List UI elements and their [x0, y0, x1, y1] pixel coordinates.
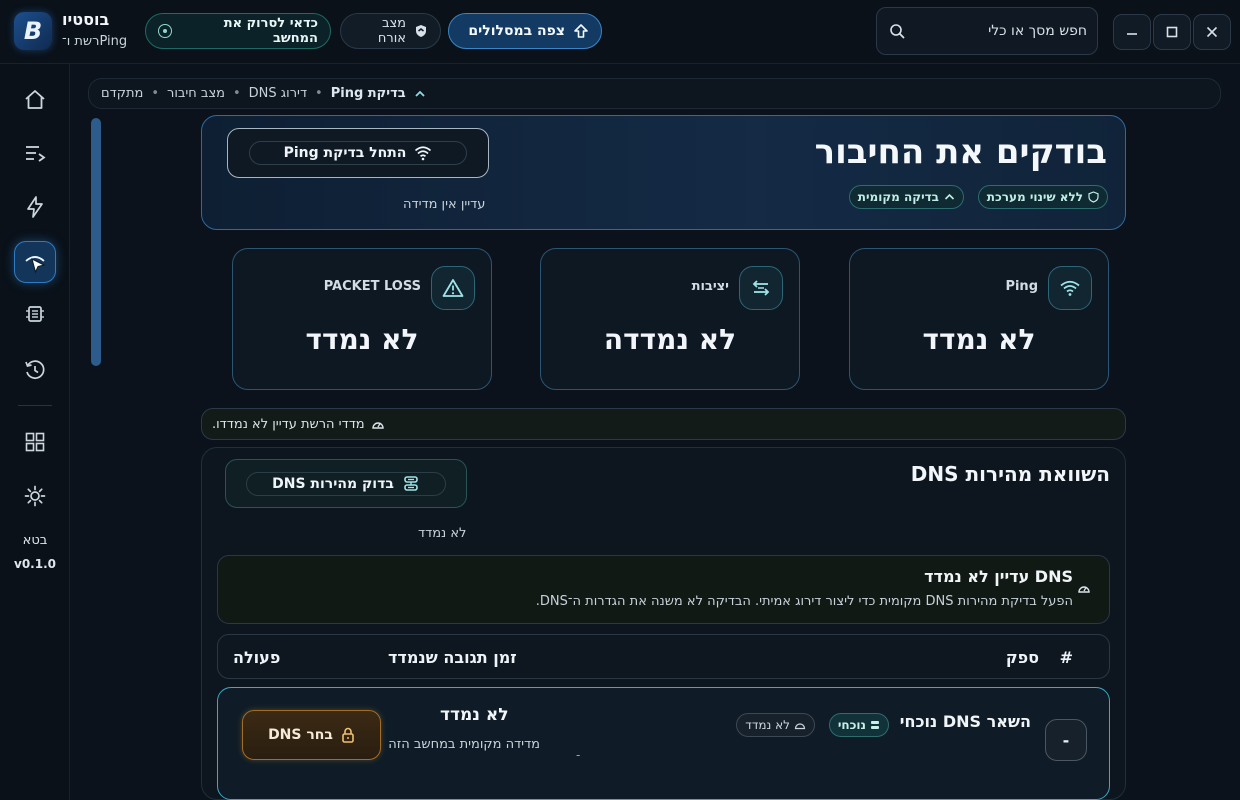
- search-box[interactable]: [876, 7, 1098, 55]
- metric-label-stability: יציבות: [691, 279, 729, 294]
- home-icon[interactable]: [14, 79, 56, 121]
- tag-local-check-label: בדיקה מקומית: [857, 190, 939, 204]
- metric-card-stability: יציבות לא נמדדה: [540, 248, 800, 390]
- breadcrumb: בדיקת Ping • דירוג DNS • מצב חיבור • מתק…: [88, 78, 1221, 109]
- row-response-value: לא נמדד: [440, 705, 509, 725]
- search-input[interactable]: [913, 23, 1087, 39]
- wifi-icon: [1048, 266, 1092, 310]
- tag-no-system-change-label: ללא שינוי מערכת: [986, 190, 1083, 204]
- network-cursor-icon[interactable]: [14, 241, 56, 283]
- grid-icon[interactable]: [14, 421, 56, 463]
- breadcrumb-item-advanced[interactable]: מתקדם: [101, 86, 143, 101]
- dns-status-text: לא נמדד: [418, 526, 467, 541]
- dns-notice-box: [217, 555, 1110, 624]
- breadcrumb-separator: •: [151, 86, 159, 101]
- status-badge: לא נמדד: [736, 713, 815, 737]
- lock-icon: [341, 727, 355, 743]
- start-ping-inner: התחל בדיקת Ping: [249, 141, 467, 165]
- row-response-note: מדידה מקומית במחשב הזה: [388, 737, 540, 752]
- target-icon: [158, 24, 172, 38]
- version-label: v0.1.0: [14, 557, 56, 571]
- metric-card-ping: Ping לא נמדד: [849, 248, 1109, 390]
- settings-icon[interactable]: [14, 475, 56, 517]
- dns-notice-description: הפעל בדיקת מהירות DNS מקומית כדי ליצור ד…: [535, 594, 1073, 609]
- scan-recommendation-pill[interactable]: כדאי לסרוק את המחשב: [145, 13, 331, 49]
- current-badge: נוכחי: [828, 713, 889, 737]
- search-icon: [889, 23, 905, 39]
- scrollbar-thumb[interactable]: [91, 118, 101, 366]
- test-dns-inner: בדוק מהירות DNS: [246, 471, 446, 496]
- server-icon: [870, 720, 880, 730]
- breadcrumb-item-dns[interactable]: דירוג DNS: [249, 86, 307, 101]
- dns-notice-title: DNS עדיין לא נמדד: [924, 567, 1073, 586]
- status-badge-label: לא נמדד: [745, 718, 790, 732]
- chevron-up-icon[interactable]: [414, 88, 426, 100]
- upload-icon: [573, 23, 589, 39]
- start-ping-label: התחל בדיקת Ping: [283, 145, 407, 161]
- beta-label: בטא: [22, 533, 48, 548]
- view-routes-label: צפה במסלולים: [468, 23, 565, 39]
- metric-label-packet-loss: PACKET LOSS: [323, 279, 421, 294]
- app-subtitle: רשת ו־Ping: [62, 34, 128, 49]
- minimize-button[interactable]: [1113, 14, 1151, 50]
- signal-icon: [944, 192, 955, 202]
- server-icon: [402, 475, 420, 493]
- history-icon[interactable]: [14, 349, 56, 391]
- network-status-text: מדדי הרשת עדיין לא נמדדו.: [212, 416, 365, 432]
- gauge-icon: [1077, 582, 1091, 594]
- metric-value-packet-loss: לא נמדד: [305, 323, 419, 356]
- breadcrumb-separator: •: [233, 86, 241, 101]
- metric-label-ping: Ping: [1005, 279, 1038, 294]
- dns-table-header: # ספק זמן תגובה שנמדד פעולה: [217, 634, 1110, 679]
- column-action: פעולה: [233, 648, 281, 667]
- wifi-icon: [414, 145, 432, 161]
- gauge-icon: [371, 418, 385, 430]
- tag-local-check: בדיקה מקומית: [848, 185, 964, 209]
- shield-icon: [414, 24, 428, 38]
- row-provider-name: השאר DNS נוכחי: [899, 712, 1031, 731]
- start-ping-button[interactable]: התחל בדיקת Ping: [227, 128, 489, 178]
- warning-icon: [431, 266, 475, 310]
- guest-mode-pill[interactable]: מצב אורח: [340, 13, 441, 49]
- arrows-icon: [739, 266, 783, 310]
- breadcrumb-item-ping[interactable]: בדיקת Ping: [331, 86, 406, 101]
- tag-no-system-change: ללא שינוי מערכת: [977, 185, 1108, 209]
- row-dash: -: [576, 748, 581, 762]
- metric-value-ping: לא נמדד: [922, 323, 1036, 356]
- chip-icon[interactable]: [14, 293, 56, 335]
- guest-pill-label: מצב אורח: [377, 16, 406, 46]
- breadcrumb-separator: •: [315, 86, 323, 101]
- page-title: בודקים את החיבור: [814, 132, 1107, 172]
- test-dns-speed-button[interactable]: בדוק מהירות DNS: [225, 459, 467, 508]
- lightning-icon[interactable]: [14, 186, 56, 228]
- network-status-strip: מדדי הרשת עדיין לא נמדדו.: [201, 408, 1126, 440]
- table-row: - השאר DNS נוכחי נוכחי לא נמדד - לא נמדד…: [217, 687, 1110, 800]
- metric-card-packet-loss: PACKET LOSS לא נמדד: [232, 248, 492, 390]
- column-index: #: [1059, 648, 1073, 667]
- column-provider: ספק: [1005, 648, 1039, 667]
- dns-section-title: השוואת מהירות DNS: [910, 462, 1110, 486]
- app-logo: B: [14, 12, 52, 50]
- close-button[interactable]: [1193, 14, 1231, 50]
- row-index: -: [1045, 719, 1087, 761]
- metric-value-stability: לא נמדדה: [603, 323, 737, 356]
- choose-dns-label: בחר DNS: [268, 727, 333, 743]
- gauge-icon: [794, 720, 806, 730]
- view-routes-button[interactable]: צפה במסלולים: [448, 13, 602, 49]
- maximize-button[interactable]: [1153, 14, 1191, 50]
- list-icon[interactable]: [14, 132, 56, 174]
- column-response-time: זמן תגובה שנמדד: [388, 648, 517, 667]
- app-name: בוסטיו: [62, 10, 110, 29]
- shield-icon: [1088, 191, 1099, 203]
- scan-pill-label: כדאי לסרוק את המחשב: [223, 16, 318, 46]
- test-dns-label: בדוק מהירות DNS: [272, 475, 394, 492]
- current-badge-label: נוכחי: [837, 718, 866, 732]
- choose-dns-button[interactable]: בחר DNS: [242, 710, 381, 760]
- sidebar-divider: [18, 405, 52, 406]
- breadcrumb-item-connection[interactable]: מצב חיבור: [167, 86, 225, 101]
- ping-status-text: עדיין אין מדידה: [403, 197, 486, 212]
